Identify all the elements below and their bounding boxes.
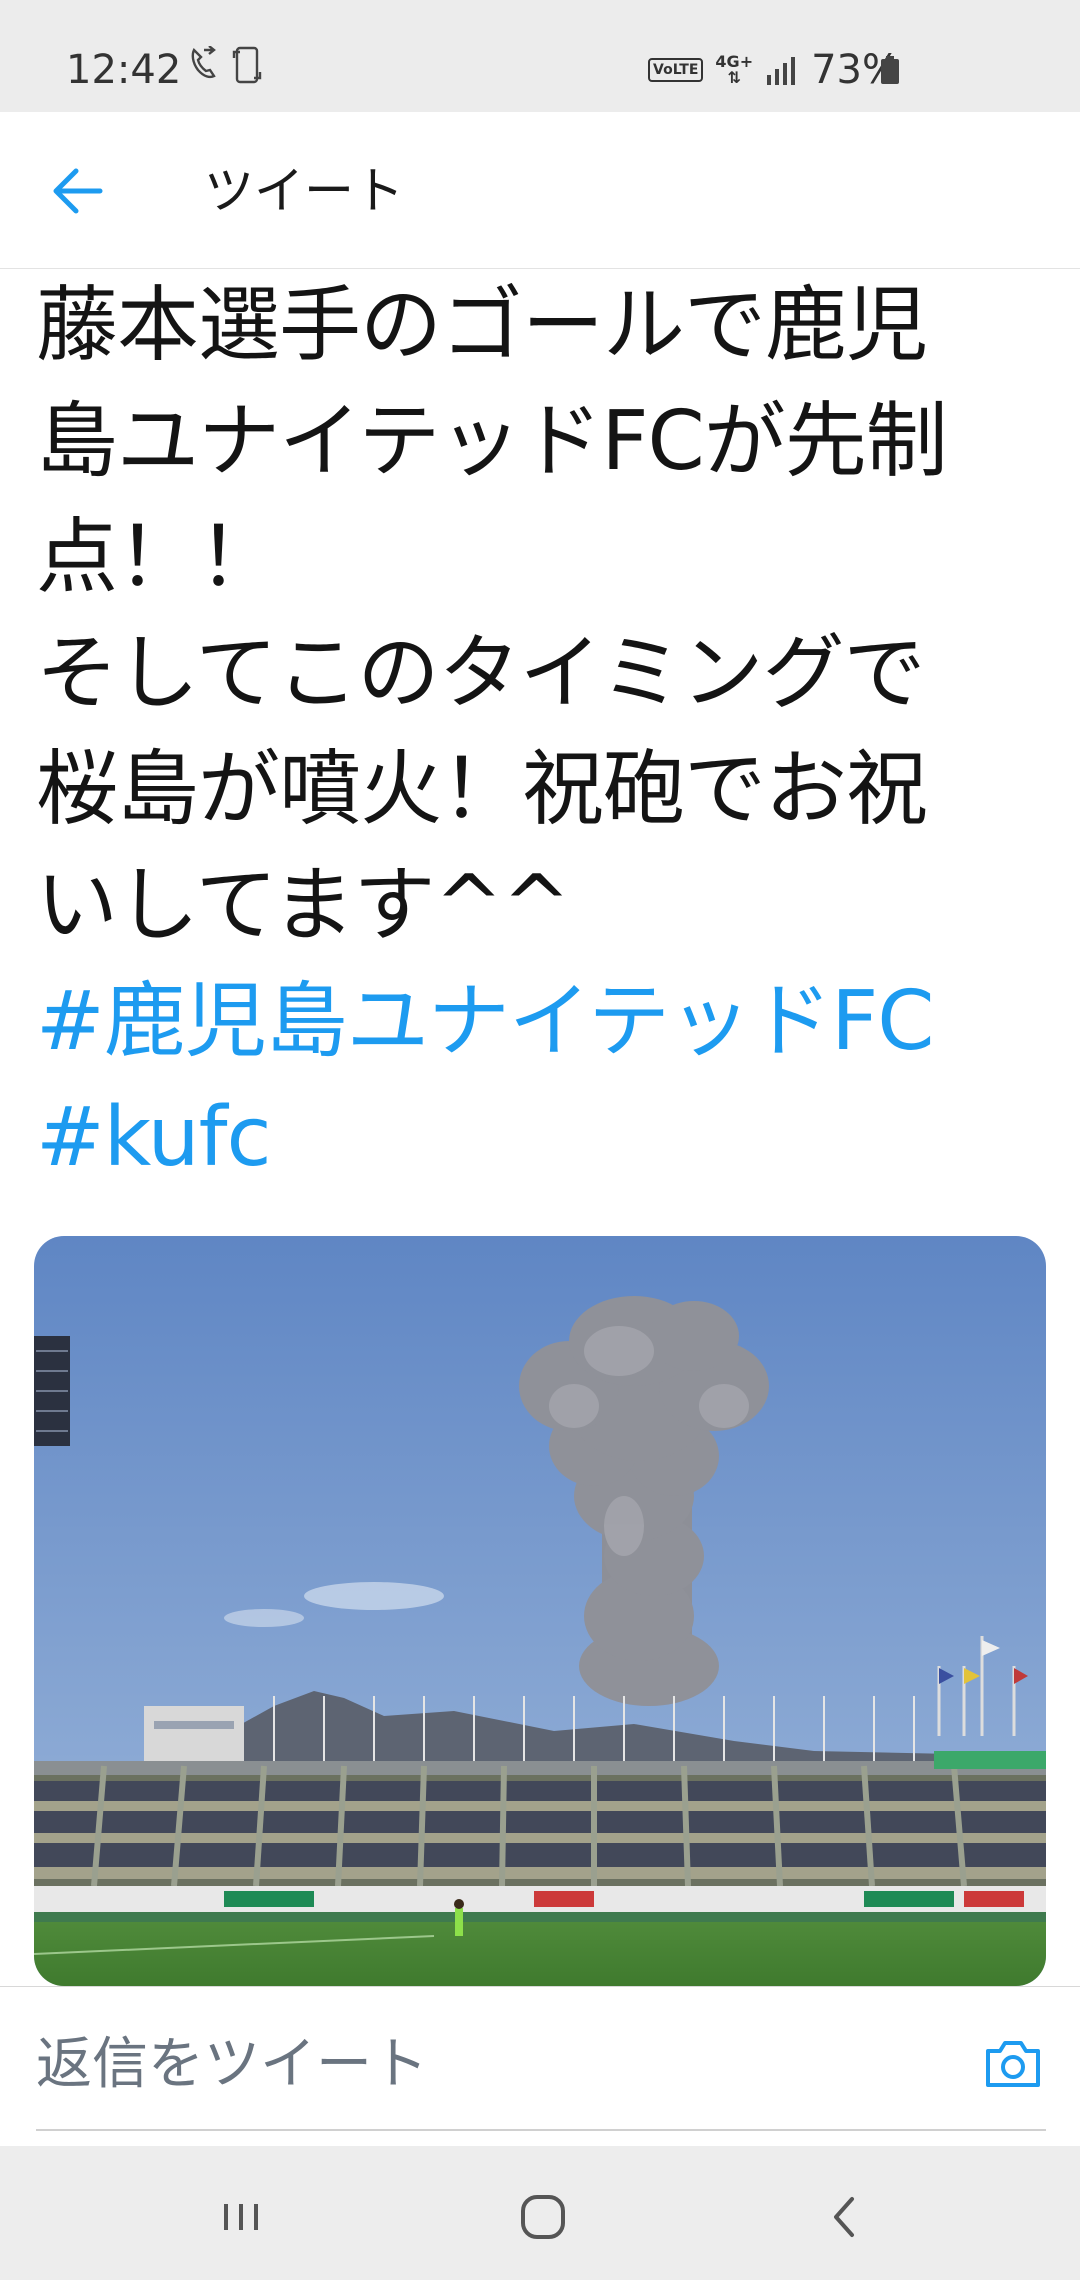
recent-apps-icon[interactable]: [206, 2182, 276, 2252]
tweet-text-line: 桜島が噴火！祝砲でお祝: [36, 742, 928, 837]
volte-badge: VoLTE: [648, 58, 704, 82]
reply-bar: 返信をツイート: [0, 1986, 1080, 2137]
tweet-text-line: いしてます^^: [36, 858, 571, 953]
tweet-text-line: そしてこのタイミングで: [36, 626, 926, 721]
back-arrow-icon[interactable]: [44, 156, 114, 226]
hashtag-link[interactable]: #kufc: [36, 1080, 1056, 1196]
back-nav-icon[interactable]: [810, 2182, 880, 2252]
signal-icon: [767, 57, 796, 85]
hashtag-link[interactable]: #鹿児島ユナイテッドFC: [36, 964, 1056, 1080]
status-time: 12:42: [66, 47, 182, 93]
camera-icon[interactable]: [980, 2031, 1046, 2097]
network-type: 4G+ ⇅: [715, 52, 754, 87]
tweet-text-line: 点！！: [36, 510, 280, 605]
stadium-eruption-photo: [34, 1236, 1046, 1986]
page-title: ツイート: [204, 162, 404, 220]
home-icon[interactable]: [508, 2182, 578, 2252]
app-header: ツイート: [0, 112, 1080, 269]
status-right-indicators: VoLTE 4G+ ⇅ 73%: [648, 42, 900, 98]
tweet-text-line: 藤本選手のゴールで鹿児: [36, 278, 928, 373]
reply-input[interactable]: 返信をツイート: [36, 2027, 428, 2103]
status-notification-icons: [188, 46, 262, 84]
network-type-label: 4G+: [715, 52, 754, 71]
battery-icon: [881, 56, 899, 84]
call-forward-icon: [191, 46, 216, 79]
tweet-photo[interactable]: [34, 1236, 1046, 1986]
system-nav-bar: [0, 2146, 1080, 2280]
tweet-text-line: 島ユナイテッドFCが先制: [36, 394, 948, 489]
status-bar: 12:42 VoLTE 4G+ ⇅ 73%: [0, 0, 1080, 112]
screenshot-icon: [232, 46, 262, 84]
reply-divider: [36, 2129, 1046, 2131]
tweet-text: 藤本選手のゴールで鹿児 島ユナイテッドFCが先制 点！！ そしてこのタイミングで…: [36, 268, 1056, 1196]
